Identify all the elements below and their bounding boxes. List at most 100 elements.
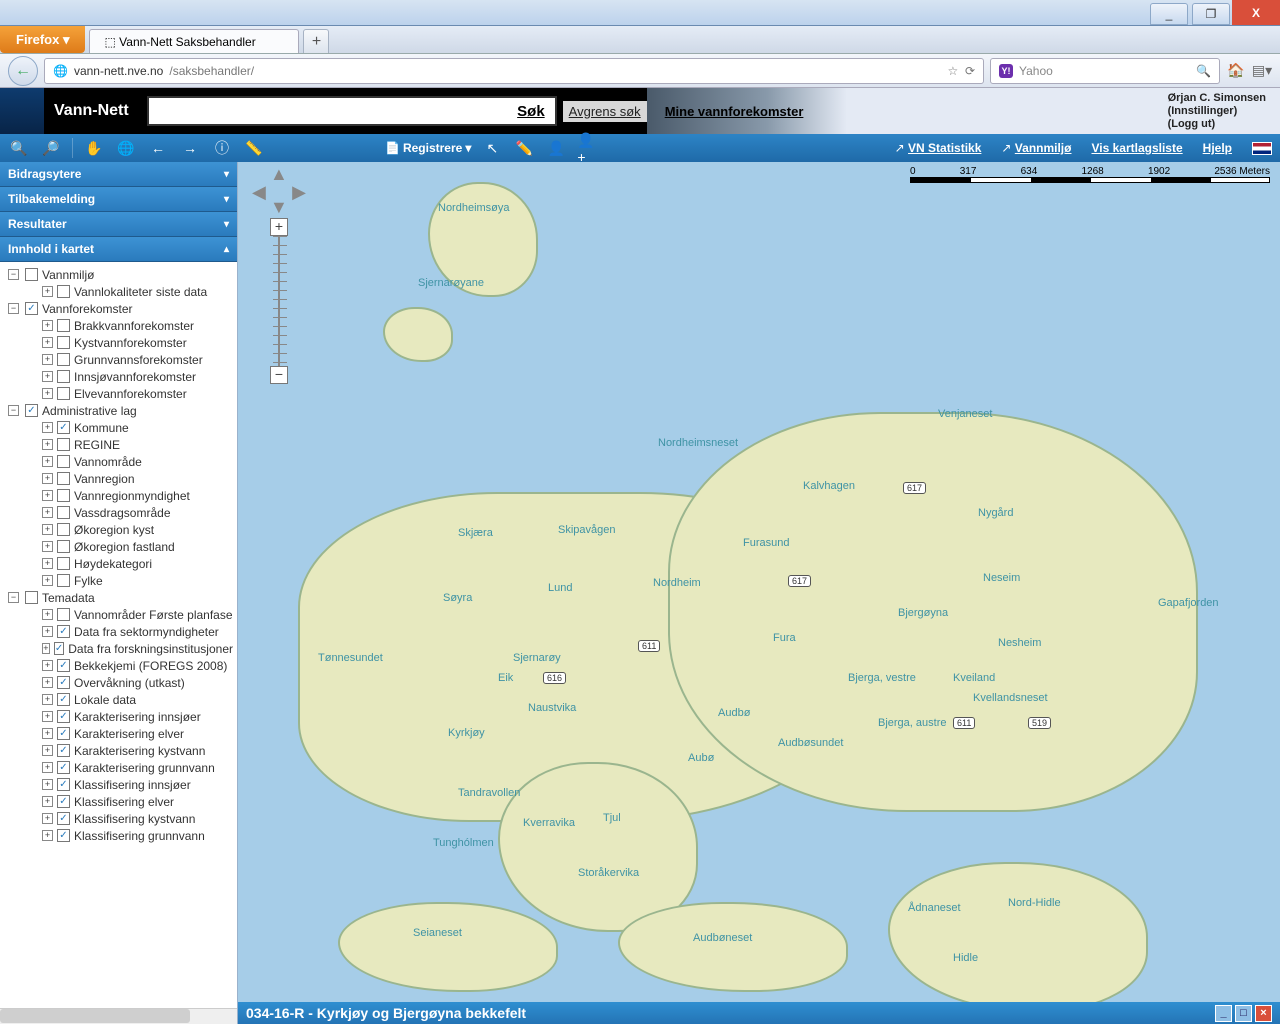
tree-checkbox[interactable]: ✓ <box>57 625 70 638</box>
tree-checkbox[interactable]: ✓ <box>57 778 70 791</box>
tree-item[interactable]: +Økoregion fastland <box>0 538 237 555</box>
tree-item[interactable]: +Økoregion kyst <box>0 521 237 538</box>
tree-checkbox[interactable]: ✓ <box>25 404 38 417</box>
tree-item[interactable]: +✓Klassifisering grunnvann <box>0 827 237 844</box>
tree-toggle-icon[interactable]: + <box>42 694 53 705</box>
tree-checkbox[interactable]: ✓ <box>57 421 70 434</box>
tree-item[interactable]: +✓Klassifisering elver <box>0 793 237 810</box>
tree-checkbox[interactable] <box>25 591 38 604</box>
tree-item[interactable]: +Grunnvannsforekomster <box>0 351 237 368</box>
tree-toggle-icon[interactable]: + <box>42 762 53 773</box>
tree-toggle-icon[interactable]: + <box>42 422 53 433</box>
tree-item[interactable]: +Høydekategori <box>0 555 237 572</box>
tree-toggle-icon[interactable]: + <box>42 473 53 484</box>
tree-checkbox[interactable] <box>57 489 70 502</box>
vis-kartlagsliste-link[interactable]: Vis kartlagsliste <box>1091 141 1182 155</box>
tree-checkbox[interactable] <box>57 523 70 536</box>
tree-toggle-icon[interactable]: + <box>42 830 53 841</box>
home-icon[interactable]: 🏠 <box>1226 62 1246 79</box>
tree-checkbox[interactable]: ✓ <box>57 693 70 706</box>
tree-toggle-icon[interactable]: + <box>42 371 53 382</box>
tree-checkbox[interactable] <box>57 557 70 570</box>
full-extent-icon[interactable]: 🌐 <box>115 137 137 159</box>
window-maximize[interactable]: ❐ <box>1192 3 1230 25</box>
tree-item[interactable]: +✓Klassifisering innsjøer <box>0 776 237 793</box>
tree-toggle-icon[interactable]: − <box>8 405 19 416</box>
zoom-in-tool-icon[interactable]: 🔍 <box>8 137 30 159</box>
next-extent-icon[interactable]: → <box>179 137 201 159</box>
pan-south-icon[interactable]: ▼ <box>270 197 288 218</box>
tree-item[interactable]: +Innsjøvannforekomster <box>0 368 237 385</box>
tree-checkbox[interactable] <box>57 285 70 298</box>
tree-toggle-icon[interactable]: + <box>42 320 53 331</box>
browser-search-input[interactable]: Y!Yahoo 🔍 <box>990 58 1220 84</box>
tree-item[interactable]: −Vannmiljø <box>0 266 237 283</box>
tree-toggle-icon[interactable]: − <box>8 592 19 603</box>
tree-checkbox[interactable]: ✓ <box>54 642 64 655</box>
vannmiljo-link[interactable]: ↗ Vannmiljø <box>1001 141 1071 155</box>
identify-icon[interactable]: ⓘ <box>211 137 233 159</box>
nav-back-button[interactable]: ← <box>8 56 38 86</box>
tree-checkbox[interactable]: ✓ <box>57 710 70 723</box>
tree-item[interactable]: +REGINE <box>0 436 237 453</box>
tree-item[interactable]: +✓Klassifisering kystvann <box>0 810 237 827</box>
user-tool-icon[interactable]: 👤 <box>545 137 567 159</box>
accordion-tilbakemelding[interactable]: Tilbakemelding▾ <box>0 187 237 212</box>
tree-checkbox[interactable] <box>57 472 70 485</box>
tree-item[interactable]: +✓Kommune <box>0 419 237 436</box>
status-minimize-icon[interactable]: _ <box>1215 1005 1232 1022</box>
my-waterbodies-link[interactable]: Mine vannforekomster <box>665 104 804 119</box>
tree-toggle-icon[interactable]: + <box>42 643 50 654</box>
tree-checkbox[interactable] <box>57 540 70 553</box>
tree-checkbox[interactable] <box>57 336 70 349</box>
tree-toggle-icon[interactable]: + <box>42 660 53 671</box>
tree-toggle-icon[interactable]: + <box>42 337 53 348</box>
tree-checkbox[interactable]: ✓ <box>57 761 70 774</box>
accordion-resultater[interactable]: Resultater▾ <box>0 212 237 237</box>
measure-icon[interactable]: 📏 <box>243 137 265 159</box>
tree-checkbox[interactable] <box>25 268 38 281</box>
map-canvas[interactable]: ▲ ◀ ▶ ▼ + − 0317634126819022536 Meters N… <box>238 162 1280 1024</box>
tree-toggle-icon[interactable]: − <box>8 269 19 280</box>
tree-item[interactable]: +✓Lokale data <box>0 691 237 708</box>
tree-checkbox[interactable] <box>57 438 70 451</box>
window-minimize[interactable]: _ <box>1150 3 1188 25</box>
firefox-menu-button[interactable]: Firefox ▾ <box>0 26 85 53</box>
tree-toggle-icon[interactable]: + <box>42 507 53 518</box>
tree-checkbox[interactable]: ✓ <box>57 676 70 689</box>
tree-checkbox[interactable] <box>57 455 70 468</box>
pan-west-icon[interactable]: ◀ <box>252 182 266 203</box>
status-maximize-icon[interactable]: □ <box>1235 1005 1252 1022</box>
add-user-icon[interactable]: 👤+ <box>577 137 599 159</box>
url-input[interactable]: 🌐vann-nett.nve.no/saksbehandler/ ☆ ⟳ <box>44 58 984 84</box>
tree-checkbox[interactable]: ✓ <box>57 659 70 672</box>
tree-item[interactable]: +✓Bekkekjemi (FOREGS 2008) <box>0 657 237 674</box>
pointer-tool-icon[interactable]: ↖ <box>481 137 503 159</box>
prev-extent-icon[interactable]: ← <box>147 137 169 159</box>
tree-toggle-icon[interactable]: + <box>42 524 53 535</box>
tree-item[interactable]: +Vannområde <box>0 453 237 470</box>
tree-item[interactable]: −Temadata <box>0 589 237 606</box>
tree-item[interactable]: +✓Karakterisering elver <box>0 725 237 742</box>
tree-checkbox[interactable] <box>57 506 70 519</box>
edit-pencil-icon[interactable]: ✏️ <box>513 137 535 159</box>
tree-item[interactable]: −✓Administrative lag <box>0 402 237 419</box>
tree-checkbox[interactable]: ✓ <box>57 744 70 757</box>
hjelp-link[interactable]: Hjelp <box>1203 141 1232 155</box>
pan-compass[interactable]: ▲ ◀ ▶ ▼ <box>256 168 302 214</box>
tree-item[interactable]: +Elvevannforekomster <box>0 385 237 402</box>
search-button[interactable]: Søk <box>507 103 555 120</box>
bookmarks-dropdown-icon[interactable]: ▤▾ <box>1252 62 1272 79</box>
tree-item[interactable]: +✓Karakterisering innsjøer <box>0 708 237 725</box>
tree-checkbox[interactable] <box>57 370 70 383</box>
tree-toggle-icon[interactable]: + <box>42 813 53 824</box>
tree-toggle-icon[interactable]: + <box>42 541 53 552</box>
zoom-minus-icon[interactable]: − <box>270 366 288 384</box>
tree-checkbox[interactable] <box>57 353 70 366</box>
status-close-icon[interactable]: × <box>1255 1005 1272 1022</box>
tree-checkbox[interactable]: ✓ <box>57 829 70 842</box>
new-tab-button[interactable]: + <box>303 29 329 53</box>
tree-item[interactable]: +✓Overvåkning (utkast) <box>0 674 237 691</box>
pan-hand-icon[interactable]: ✋ <box>83 137 105 159</box>
reload-icon[interactable]: ⟳ <box>965 64 975 78</box>
